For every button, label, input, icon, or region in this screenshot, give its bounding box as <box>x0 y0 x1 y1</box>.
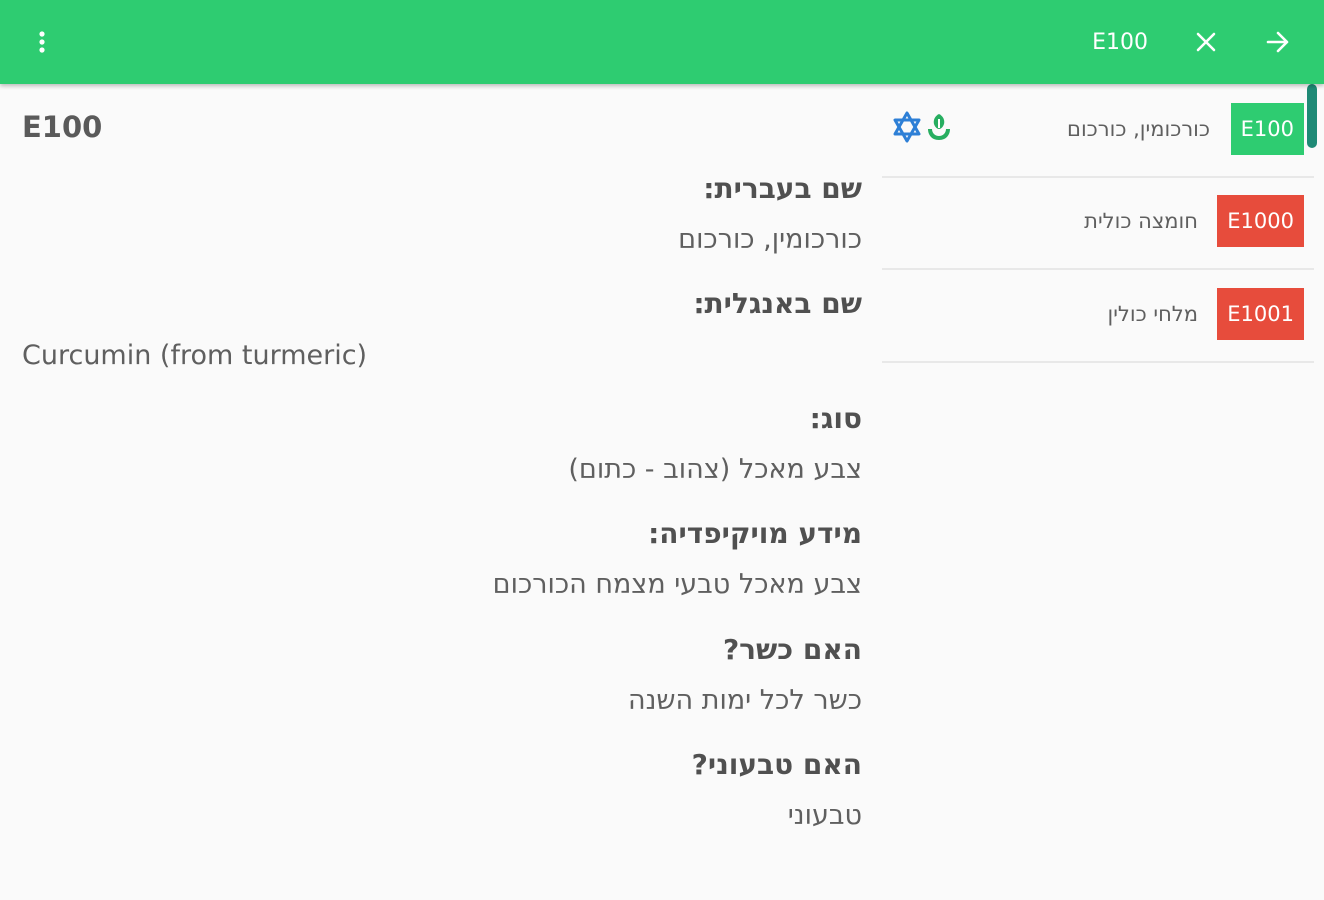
field-label-kosher: האם כשר? <box>722 633 862 666</box>
item-name: חומצה כולית <box>1084 209 1198 233</box>
star-of-david-icon <box>892 111 922 147</box>
detail-code-title: E100 <box>22 110 103 144</box>
list-scrollbar[interactable] <box>1307 84 1317 148</box>
code-badge: E1001 <box>1217 288 1304 340</box>
field-label-wikipedia: מידע מויקיפדיה: <box>648 517 862 550</box>
app-bar: E100 <box>0 0 1324 84</box>
field-value-wikipedia: צבע מאכל טבעי מצמח הכורכום <box>492 569 862 600</box>
list-item[interactable]: E1001 מלחי כולין <box>882 269 1314 363</box>
field-value-type: צבע מאכל (צהוב - כתום) <box>568 454 862 485</box>
field-value-english-name: Curcumin (from turmeric) <box>22 340 368 371</box>
list-item[interactable]: E100 כורכומין, כורכום <box>882 84 1314 178</box>
field-value-vegan: טבעוני <box>787 800 862 831</box>
close-icon[interactable] <box>1186 22 1226 62</box>
item-name: מלחי כולין <box>1107 302 1198 326</box>
code-badge: E100 <box>1230 103 1304 155</box>
field-label-hebrew-name: שם בעברית: <box>703 172 862 205</box>
search-input[interactable]: E100 <box>600 28 1148 58</box>
field-label-type: סוג: <box>809 402 862 435</box>
additives-list: E100 כורכומין, כורכום E1000 חומצה כולית … <box>882 84 1324 900</box>
list-item[interactable]: E1000 חומצה כולית <box>882 176 1314 270</box>
vegan-icon <box>926 112 952 146</box>
field-label-english-name: שם באנגלית: <box>693 287 862 320</box>
field-label-vegan: האם טבעוני? <box>691 748 862 781</box>
arrow-forward-icon[interactable] <box>1258 22 1298 62</box>
status-icons <box>892 109 952 149</box>
detail-pane: E100 שם בעברית: כורכומין, כורכום שם באנג… <box>0 84 882 900</box>
code-badge: E1000 <box>1217 195 1304 247</box>
more-vert-icon[interactable] <box>22 22 62 62</box>
field-value-kosher: כשר לכל ימות השנה <box>627 685 862 716</box>
field-value-hebrew-name: כורכומין, כורכום <box>678 224 862 255</box>
item-name: כורכומין, כורכום <box>1067 117 1210 141</box>
